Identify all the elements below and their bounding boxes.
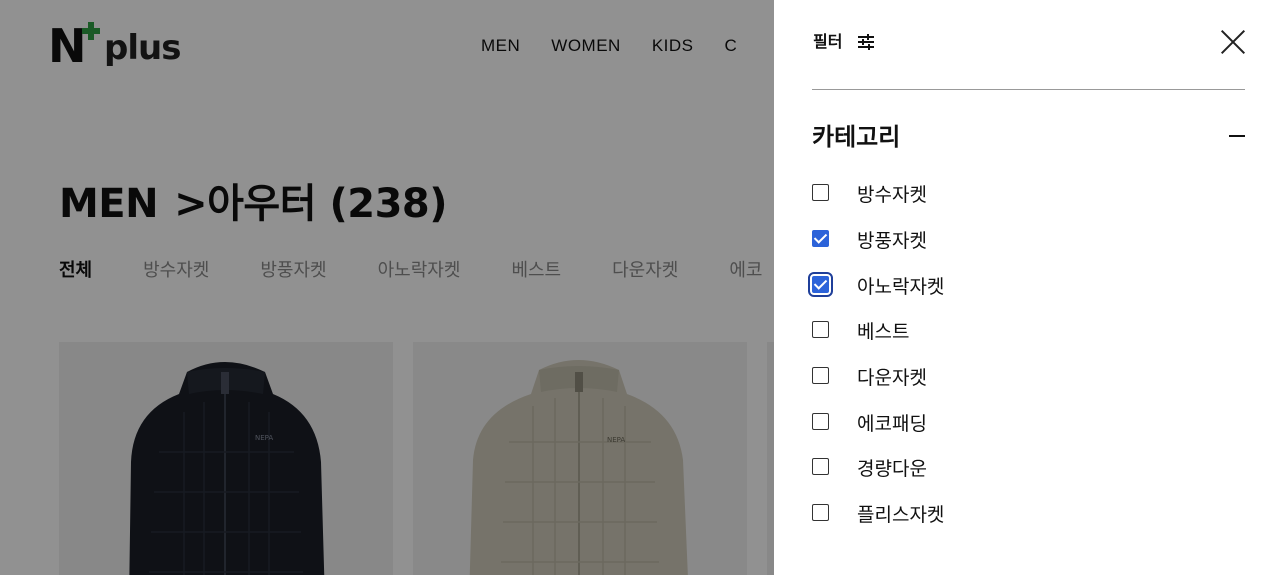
checkbox[interactable] <box>812 184 829 201</box>
filter-title: 필터 <box>813 32 843 51</box>
checkbox[interactable] <box>808 272 833 297</box>
checkbox[interactable] <box>812 504 829 521</box>
filter-option[interactable]: 다운자켓 <box>812 367 1192 391</box>
filter-option[interactable]: 플리스자켓 <box>812 504 1192 528</box>
category-section-toggle[interactable]: 카테고리 <box>812 119 1245 155</box>
section-title: 카테고리 <box>812 123 901 151</box>
minus-icon <box>1229 135 1245 137</box>
filter-option[interactable]: 베스트 <box>812 321 1192 345</box>
filter-option[interactable]: 방수자켓 <box>812 184 1192 208</box>
filter-panel: 필터 카테고리 방수자켓 방풍자켓 아노락자켓 베스트 다운자켓 에코패딩 경량… <box>774 0 1280 575</box>
divider <box>812 89 1245 90</box>
checkbox[interactable] <box>812 458 829 475</box>
checkbox[interactable] <box>812 367 829 384</box>
filter-option[interactable]: 에코패딩 <box>812 413 1192 437</box>
checkbox[interactable] <box>812 321 829 338</box>
filter-header: 필터 <box>813 32 876 52</box>
checkbox[interactable] <box>812 230 829 247</box>
filter-option[interactable]: 방풍자켓 <box>812 230 1192 254</box>
filter-option[interactable]: 아노락자켓 <box>808 272 1192 300</box>
checkbox[interactable] <box>812 413 829 430</box>
filter-sliders-icon <box>858 34 875 50</box>
filter-option[interactable]: 경량다운 <box>812 458 1192 482</box>
close-icon[interactable] <box>1220 29 1246 55</box>
